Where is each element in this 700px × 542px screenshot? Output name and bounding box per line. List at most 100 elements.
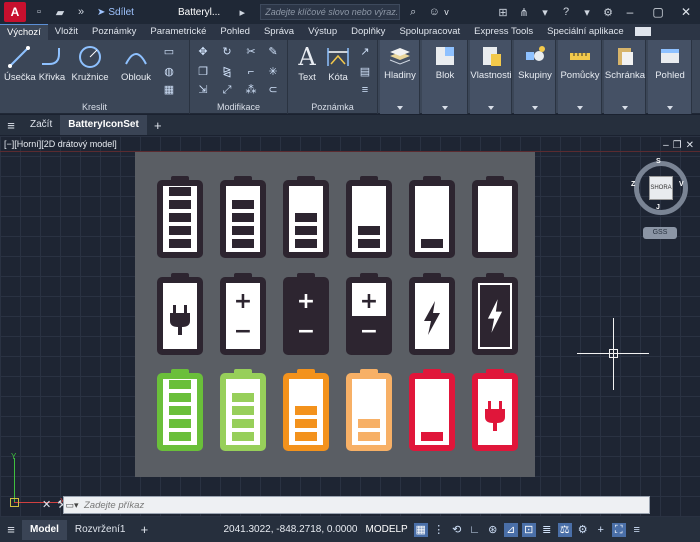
clipboard-button[interactable]: Schránka <box>604 44 646 81</box>
new-file-icon[interactable]: ▫ <box>31 4 47 20</box>
battery-icon[interactable] <box>472 273 518 355</box>
annotation-panel-label[interactable]: Poznámka <box>288 102 377 112</box>
layers-button[interactable]: Hladiny <box>382 44 418 81</box>
document-tab[interactable]: BatteryIconSet <box>60 115 147 135</box>
add-tab-icon[interactable]: + <box>147 118 169 133</box>
coordinate-system-button[interactable]: GSS <box>643 227 677 239</box>
battery-icon[interactable] <box>409 369 455 451</box>
minimize-icon[interactable]: – <box>663 140 669 151</box>
add-layout-icon[interactable]: + <box>133 522 155 537</box>
battery-icon[interactable] <box>157 176 203 258</box>
erase-icon[interactable]: ✎ <box>266 46 280 58</box>
explode-icon[interactable]: ✳ <box>266 66 280 78</box>
battery-icon[interactable]: + − <box>220 273 266 355</box>
battery-icon[interactable] <box>220 369 266 451</box>
draw-panel-label[interactable]: Kreslit <box>0 102 189 112</box>
restore-icon[interactable]: ❐ <box>673 140 682 151</box>
lineweight-icon[interactable]: ≣ <box>540 523 554 537</box>
tab-sprava[interactable]: Správa <box>257 24 301 40</box>
tab-vychozi[interactable]: Výchozí <box>0 24 48 40</box>
battery-icon[interactable] <box>472 176 518 258</box>
annotation-scale-icon[interactable]: ⚖ <box>557 522 572 537</box>
command-input[interactable]: Zadejte příkaz <box>84 500 144 511</box>
drawing-viewport[interactable]: [−][Horní][2D drátový model] – ❐ ✕ + − + − +… <box>0 136 700 517</box>
modify-panel-label[interactable]: Modifikace <box>190 102 287 112</box>
viewport-controls-label[interactable]: [−][Horní][2D drátový model] <box>4 139 117 149</box>
fillet-icon[interactable]: ⌐ <box>244 66 258 78</box>
snap-icon[interactable]: ⋮ <box>432 523 446 537</box>
table-annot-icon[interactable]: ▤ <box>358 66 372 78</box>
viewcube-south[interactable]: J <box>656 204 660 211</box>
view-button[interactable]: Pohled <box>648 44 692 81</box>
utilities-panel[interactable]: Pomůcky <box>558 40 602 114</box>
rotate-icon[interactable]: ↻ <box>220 46 234 58</box>
layers-panel[interactable]: Hladiny <box>380 40 420 114</box>
copy-icon[interactable]: ❐ <box>196 66 210 78</box>
menu-icon[interactable]: ≡ <box>0 522 22 537</box>
array-icon[interactable]: ⁂ <box>244 84 258 96</box>
help-icon[interactable]: ? <box>558 4 574 20</box>
search-icon[interactable]: ⌕ <box>405 4 421 20</box>
settings-icon[interactable]: ⚙ <box>600 4 616 20</box>
tab-spolupracovat[interactable]: Spolupracovat <box>392 24 467 40</box>
block-panel[interactable]: Blok <box>422 40 468 114</box>
model-tab[interactable]: Model <box>22 519 67 540</box>
viewcube-west[interactable]: Z <box>631 181 635 188</box>
battery-icon[interactable]: + − <box>283 273 329 355</box>
mirror-icon[interactable]: ⧎ <box>220 66 234 78</box>
tab-poznamky[interactable]: Poznámky <box>85 24 143 40</box>
osnap-icon[interactable]: ⊡ <box>521 522 536 537</box>
command-prompt-icon[interactable]: ▭▾ <box>64 498 80 512</box>
trim-icon[interactable]: ✂ <box>244 46 258 58</box>
properties-button[interactable]: Vlastnosti <box>470 44 512 81</box>
view-panel[interactable]: Pohled <box>648 40 692 114</box>
battery-icon[interactable] <box>346 176 392 258</box>
tab-vystup[interactable]: Výstup <box>301 24 344 40</box>
more-icon[interactable]: » <box>73 4 89 20</box>
viewcube-north[interactable]: S <box>656 158 661 165</box>
close-command-icon[interactable]: ✕ <box>42 498 51 511</box>
circle-button[interactable]: Kružnice <box>70 44 110 83</box>
command-line[interactable]: ▭▾ Zadejte příkaz <box>63 496 650 514</box>
clipboard-panel[interactable]: Schránka <box>604 40 646 114</box>
groups-panel[interactable]: Skupiny <box>514 40 556 114</box>
battery-icon[interactable]: + − <box>346 273 392 355</box>
hatch-icon[interactable]: ◍ <box>162 66 176 78</box>
maximize-button[interactable]: ▢ <box>644 0 672 24</box>
rectangle-icon[interactable]: ▭ <box>162 46 176 58</box>
tab-vlozit[interactable]: Vložit <box>48 24 85 40</box>
arc-button[interactable]: Oblouk <box>118 44 154 83</box>
viewcube-face[interactable]: SHORA <box>649 176 673 200</box>
properties-panel[interactable]: Vlastnosti <box>470 40 512 114</box>
isodraft-icon[interactable]: ⊿ <box>503 522 518 537</box>
tab-parametricke[interactable]: Parametrické <box>143 24 213 40</box>
polar-icon[interactable]: ⊛ <box>486 523 500 537</box>
viewcube-east[interactable]: V <box>679 181 684 188</box>
scale-icon[interactable]: ⤢ <box>220 84 234 96</box>
battery-icon[interactable] <box>157 273 203 355</box>
ribbon-toggle-icon[interactable] <box>634 27 651 36</box>
user-name[interactable]: v <box>444 7 449 17</box>
fullscreen-icon[interactable]: ⛶ <box>611 522 626 537</box>
workspace-icon[interactable]: ⚙ <box>576 523 590 537</box>
minimize-button[interactable]: – <box>616 0 644 24</box>
close-button[interactable]: ✕ <box>672 0 700 24</box>
markup-icon[interactable]: ≡ <box>358 84 372 96</box>
groups-button[interactable]: Skupiny <box>514 44 556 81</box>
utilities-button[interactable]: Pomůcky <box>558 44 602 81</box>
block-button[interactable]: Blok <box>427 44 463 81</box>
tab-doplnky[interactable]: Doplňky <box>344 24 392 40</box>
menu-icon[interactable]: ≡ <box>0 118 22 133</box>
model-space-toggle[interactable]: MODELP <box>365 524 407 535</box>
battery-icon[interactable] <box>283 176 329 258</box>
polyline-button[interactable]: Křivka <box>36 44 68 83</box>
cart-icon[interactable]: ⊞ <box>495 4 511 20</box>
text-button[interactable]: A Text <box>292 44 322 83</box>
tab-pohled[interactable]: Pohled <box>213 24 257 40</box>
line-button[interactable]: Úsečka <box>4 44 36 83</box>
plus-icon[interactable]: + <box>594 523 608 537</box>
orbit-icon[interactable]: ⟲ <box>450 523 464 537</box>
viewcube[interactable]: SHORA S J V Z <box>631 158 688 215</box>
expand-icon[interactable]: ▸ <box>234 4 250 20</box>
open-folder-icon[interactable]: ▰ <box>52 4 68 20</box>
